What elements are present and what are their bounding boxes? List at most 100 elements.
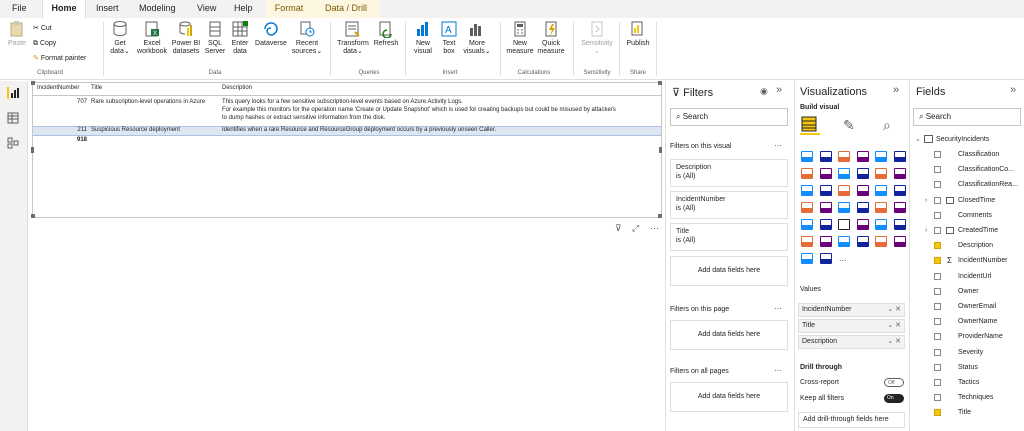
100-column-icon[interactable]	[893, 151, 906, 162]
matrix-icon[interactable]	[856, 219, 869, 230]
checkbox-checked[interactable]	[934, 242, 941, 250]
publish-button[interactable]: Publish	[623, 20, 653, 48]
decomposition-tree-icon[interactable]	[819, 236, 832, 247]
stacked-bar-icon[interactable]	[801, 151, 813, 162]
donut-icon[interactable]	[875, 185, 887, 196]
excel-workbook-button[interactable]: X Excel workbook	[136, 20, 168, 56]
metrics-icon[interactable]	[893, 236, 906, 247]
pie-icon[interactable]	[856, 185, 869, 196]
filled-map-icon[interactable]	[819, 202, 832, 213]
column-header-description[interactable]: Description	[222, 85, 252, 91]
resize-handle-top-right[interactable]	[658, 81, 662, 85]
chevron-right-icon[interactable]: ›	[925, 223, 927, 238]
multi-card-icon[interactable]	[893, 202, 906, 213]
eye-icon[interactable]: ◉	[760, 86, 768, 97]
field-item[interactable]: OwnerEmail	[910, 299, 1024, 314]
treemap-icon[interactable]	[893, 185, 906, 196]
refresh-button[interactable]: Refresh	[372, 20, 400, 48]
collapse-filters-icon[interactable]: »	[776, 84, 782, 96]
field-item[interactable]: Σ IncidentNumber	[910, 253, 1024, 268]
values-well-incidentnumber[interactable]: IncidentNumber ⌄ ✕	[798, 303, 905, 317]
cut-button[interactable]: ✂ Cut	[33, 24, 52, 34]
smart-narrative-icon[interactable]	[856, 236, 869, 247]
chevron-right-icon[interactable]: ›	[925, 193, 927, 208]
slicer-icon[interactable]	[819, 219, 832, 230]
paginated-icon[interactable]	[875, 236, 887, 247]
paste-button[interactable]: Paste	[6, 20, 28, 48]
waterfall-icon[interactable]	[801, 185, 813, 196]
collapse-visualizations-icon[interactable]: »	[893, 84, 899, 96]
azure-map-icon[interactable]	[838, 202, 850, 213]
quick-measure-button[interactable]: Quick measure	[536, 20, 566, 56]
checkbox[interactable]	[934, 303, 941, 310]
tab-insert[interactable]: Insert	[96, 0, 119, 18]
resize-handle-top-left[interactable]	[31, 81, 35, 85]
build-visual-tab[interactable]	[800, 115, 820, 135]
line-clustered-icon[interactable]	[875, 168, 887, 179]
field-item[interactable]: Severity	[910, 345, 1024, 360]
enter-data-button[interactable]: Enter data	[229, 20, 251, 56]
more-options-icon[interactable]: ⋯	[774, 366, 782, 375]
transform-data-button[interactable]: Transform data⌄	[335, 20, 371, 56]
qa-icon[interactable]	[838, 236, 850, 247]
recent-sources-button[interactable]: Recent sources⌄	[290, 20, 324, 56]
cross-report-toggle[interactable]: Off	[884, 378, 904, 387]
ribbon-icon[interactable]	[893, 168, 906, 179]
checkbox[interactable]	[934, 151, 941, 158]
sensitivity-button[interactable]: Sensitivity ⌄	[577, 20, 617, 56]
filters-search-input[interactable]: ⌕ Search	[670, 108, 788, 126]
checkbox[interactable]	[934, 318, 941, 326]
powerbi-datasets-button[interactable]: Power BI datasets	[170, 20, 202, 56]
add-report-filter-fields[interactable]: Add data fields here	[670, 382, 788, 412]
checkbox[interactable]	[934, 166, 941, 174]
more-options-icon[interactable]: ⋯	[774, 304, 782, 313]
field-item[interactable]: Tactics	[910, 375, 1024, 390]
power-automate-icon[interactable]	[819, 253, 832, 264]
more-options-icon[interactable]: ⋯	[774, 141, 782, 150]
tab-format[interactable]: Format	[266, 0, 312, 18]
checkbox[interactable]	[934, 211, 941, 219]
checkbox[interactable]	[934, 287, 941, 295]
table-visual[interactable]: IncidentNumber Title Description 707 Rar…	[31, 81, 662, 218]
r-visual-icon[interactable]	[875, 219, 887, 230]
copy-button[interactable]: ⧉ Copy	[33, 39, 56, 49]
collapse-fields-icon[interactable]: »	[1010, 84, 1016, 96]
fields-search-input[interactable]: ⌕ Search	[913, 108, 1021, 126]
data-view-button[interactable]	[7, 112, 21, 124]
values-well-title[interactable]: Title ⌄ ✕	[798, 319, 905, 333]
field-item[interactable]: › ClosedTime	[910, 193, 1024, 208]
model-view-button[interactable]	[7, 137, 21, 149]
new-visual-button[interactable]: New visual	[410, 20, 436, 56]
field-item[interactable]: Techniques	[910, 390, 1024, 405]
format-visual-tab[interactable]: ✎	[843, 117, 855, 134]
area-icon[interactable]	[819, 168, 832, 179]
filter-card-title[interactable]: Title is (All)	[670, 223, 788, 251]
dataverse-button[interactable]: Dataverse	[254, 20, 288, 48]
field-item[interactable]: ProviderName	[910, 329, 1024, 344]
kpi-icon[interactable]	[801, 219, 813, 230]
tab-help[interactable]: Help	[234, 0, 253, 18]
filter-card-incidentnumber[interactable]: IncidentNumber is (All)	[670, 191, 788, 219]
resize-handle-bottom-right[interactable]	[658, 214, 662, 218]
filter-icon[interactable]: ⊽	[615, 223, 622, 234]
checkbox[interactable]	[934, 363, 941, 371]
key-influencers-icon[interactable]	[801, 236, 813, 247]
resize-handle-left[interactable]	[31, 147, 34, 153]
values-well-description[interactable]: Description ⌄ ✕	[798, 335, 905, 349]
format-painter-button[interactable]: ✎ Format painter	[33, 54, 86, 64]
column-header-incidentnumber[interactable]: IncidentNumber	[37, 85, 79, 91]
power-apps-icon[interactable]	[801, 253, 813, 264]
remove-field-icon[interactable]: ⌄ ✕	[887, 304, 901, 316]
sql-server-button[interactable]: SQL Server	[204, 20, 226, 56]
tab-modeling[interactable]: Modeling	[139, 0, 176, 18]
funnel-icon[interactable]	[819, 185, 832, 196]
map-icon[interactable]	[801, 202, 813, 213]
column-header-title[interactable]: Title	[91, 85, 102, 91]
field-item[interactable]: Title	[910, 405, 1024, 420]
card-icon[interactable]	[875, 202, 887, 213]
field-item[interactable]: Comments	[910, 208, 1024, 223]
field-item[interactable]: IncidentUrl	[910, 269, 1024, 284]
add-visual-filter-fields[interactable]: Add data fields here	[670, 256, 788, 286]
tab-file[interactable]: File	[12, 0, 27, 18]
field-item[interactable]: OwnerName	[910, 314, 1024, 329]
